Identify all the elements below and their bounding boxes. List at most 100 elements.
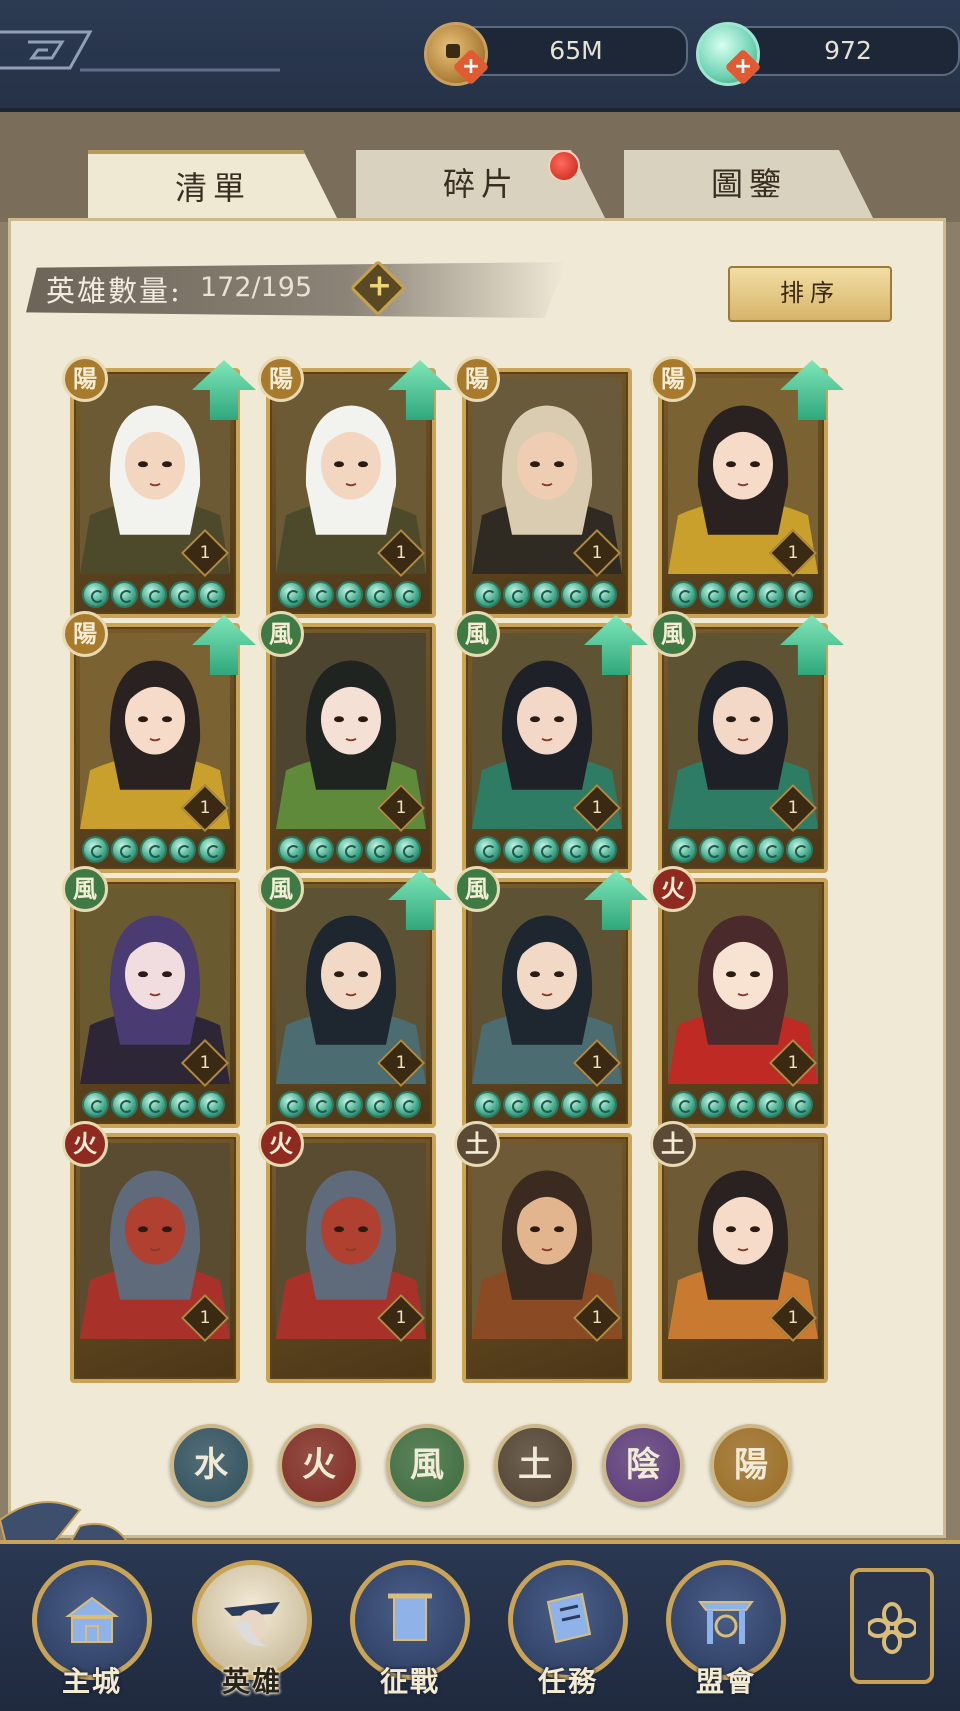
nav-item-hero-portrait[interactable]: 英雄 [190, 1560, 314, 1700]
cloud-pattern-icon [0, 30, 280, 72]
filter-yang-button[interactable]: 陽 [710, 1424, 792, 1506]
nav-item-gate[interactable]: 盟會 [664, 1560, 788, 1700]
nav-label: 任務 [537, 1665, 598, 1698]
hero-level: 1 [787, 1308, 799, 1328]
jade-star-icon [786, 581, 813, 608]
jade-star-icon [336, 1091, 363, 1118]
jade-star-icon [757, 836, 784, 863]
jade-star-icon [757, 581, 784, 608]
jade-star-icon [111, 836, 138, 863]
hero-card[interactable]: 風1 [650, 611, 844, 873]
palace-icon [65, 1596, 119, 1643]
hero-level: 1 [395, 543, 407, 563]
jade-star-icon [503, 1091, 530, 1118]
jade-star-icon [169, 581, 196, 608]
more-menu-button[interactable] [850, 1568, 934, 1684]
gate-icon [698, 1601, 754, 1644]
jade-star-icon [532, 581, 559, 608]
scroll-icon [388, 1593, 432, 1641]
nav-item-task-book[interactable]: 任務 [506, 1560, 630, 1700]
hero-card[interactable]: 風1 [454, 866, 648, 1128]
hero-card[interactable]: 火1 [258, 1121, 436, 1383]
flower-menu-icon [868, 1602, 916, 1654]
filter-yin-button[interactable]: 陰 [602, 1424, 684, 1506]
hero-level: 1 [591, 543, 603, 563]
jade-star-icon [670, 836, 697, 863]
nav-label: 盟會 [695, 1665, 756, 1698]
jade-star-icon [394, 581, 421, 608]
jade-star-icon [307, 836, 334, 863]
jade-star-icon [307, 581, 334, 608]
hero-card[interactable]: 風1 [258, 866, 452, 1128]
jade-star-icon [728, 581, 755, 608]
jade-star-icon [728, 836, 755, 863]
star-rating [82, 836, 225, 863]
hero-level: 1 [199, 543, 211, 563]
hero-card[interactable]: 土1 [650, 1121, 828, 1383]
hero-card[interactable]: 風1 [454, 611, 648, 873]
jade-star-icon [474, 1091, 501, 1118]
tab-codex[interactable]: 圖鑒 [624, 150, 874, 220]
filter-fire-button[interactable]: 火 [278, 1424, 360, 1506]
jade-star-icon [111, 1091, 138, 1118]
star-rating [670, 581, 813, 608]
hero-card[interactable]: 陽1 [454, 356, 632, 618]
jade-star-icon [111, 581, 138, 608]
hero-level: 1 [395, 798, 407, 818]
hero-card[interactable]: 風1 [62, 866, 240, 1128]
jade-star-icon [365, 581, 392, 608]
hero-level: 1 [787, 543, 799, 563]
hero-card[interactable]: 陽1 [62, 611, 256, 873]
add-coins-button[interactable]: + [452, 48, 490, 86]
filter-wind-button[interactable]: 風 [386, 1424, 468, 1506]
element-badge: 火 [258, 1121, 304, 1167]
star-rating [474, 581, 617, 608]
hero-card[interactable]: 風1 [258, 611, 436, 873]
jade-star-icon [699, 836, 726, 863]
filter-water-button[interactable]: 水 [170, 1424, 252, 1506]
hero-card[interactable]: 陽1 [62, 356, 256, 618]
jade-star-icon [532, 1091, 559, 1118]
nav-item-scroll[interactable]: 征戰 [348, 1560, 472, 1700]
add-jade-button[interactable]: + [724, 48, 762, 86]
coin-counter[interactable]: + 65M [424, 22, 688, 86]
sort-button[interactable]: 排序 [728, 266, 892, 322]
task-book-icon [546, 1592, 592, 1644]
jade-star-icon [198, 1091, 225, 1118]
element-badge: 陽 [454, 356, 500, 402]
hero-portrait-icon [224, 1602, 280, 1647]
jade-star-icon [140, 836, 167, 863]
star-rating [278, 1091, 421, 1118]
filter-earth-button[interactable]: 土 [494, 1424, 576, 1506]
star-rating [278, 836, 421, 863]
hero-card[interactable]: 土1 [454, 1121, 632, 1383]
element-filter-row: 水火風土陰陽 [170, 1424, 792, 1508]
hero-level: 1 [787, 1053, 799, 1073]
star-rating [82, 1091, 225, 1118]
jade-star-icon [699, 1091, 726, 1118]
hero-card[interactable]: 陽1 [258, 356, 452, 618]
jade-star-icon [278, 581, 305, 608]
hero-card[interactable]: 陽1 [650, 356, 844, 618]
jade-star-icon [757, 1091, 784, 1118]
jade-star-icon [140, 1091, 167, 1118]
jade-star-icon [82, 1091, 109, 1118]
element-badge: 風 [650, 611, 696, 657]
jade-star-icon [503, 581, 530, 608]
jade-star-icon [140, 581, 167, 608]
hero-card[interactable]: 火1 [62, 1121, 240, 1383]
jade-star-icon [394, 836, 421, 863]
jade-star-icon [198, 836, 225, 863]
element-badge: 陽 [258, 356, 304, 402]
jade-star-icon [365, 836, 392, 863]
jade-star-icon [532, 836, 559, 863]
hero-card[interactable]: 火1 [650, 866, 828, 1128]
jade-star-icon [82, 581, 109, 608]
nav-item-palace[interactable]: 主城 [30, 1560, 154, 1700]
jade-counter[interactable]: + 972 [696, 22, 960, 86]
jade-star-icon [278, 836, 305, 863]
coin-value: 65M [464, 26, 688, 76]
hero-level: 1 [199, 1308, 211, 1328]
element-badge: 陽 [650, 356, 696, 402]
tab-list[interactable]: 清單 [88, 150, 338, 220]
